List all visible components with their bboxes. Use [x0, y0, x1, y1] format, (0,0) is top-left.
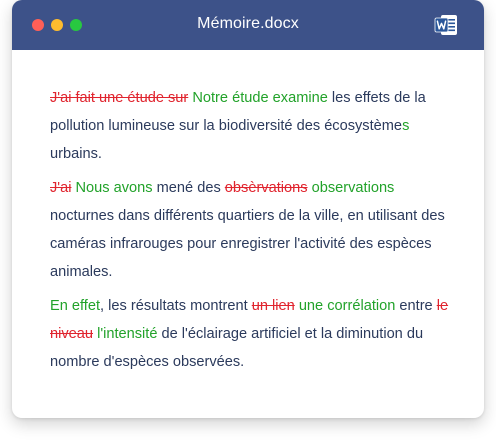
document-window: Mémoire.docx J'ai fait une étude sur Not…: [12, 0, 484, 418]
deleted-text: un lien: [251, 298, 295, 314]
document-body[interactable]: J'ai fait une étude sur Notre étude exam…: [50, 84, 460, 382]
body-text: nocturnes dans différents quartiers de l…: [50, 208, 445, 280]
inserted-text: s: [402, 118, 410, 134]
paragraph[interactable]: J'ai Nous avons mené des obsèrvations ob…: [50, 174, 460, 286]
body-text: mené des: [152, 180, 225, 196]
word-icon: [434, 15, 457, 35]
inserted-text: En effet: [50, 298, 101, 314]
paragraph[interactable]: En effet, les résultats montrent un lien…: [50, 292, 460, 376]
deleted-text: obsèrvations: [224, 180, 308, 196]
inserted-text: une corrélation: [298, 298, 396, 314]
inserted-text: Nous avons: [75, 180, 153, 196]
paragraph[interactable]: J'ai fait une étude sur Notre étude exam…: [50, 84, 460, 168]
inserted-text: observations: [311, 180, 395, 196]
title-bar[interactable]: Mémoire.docx: [12, 0, 484, 50]
inserted-text: Notre étude examine: [192, 90, 328, 106]
window-title: Mémoire.docx: [197, 15, 299, 32]
body-text: entre: [395, 298, 437, 314]
inserted-text: l'intensité: [97, 326, 158, 342]
body-text: urbains.: [50, 146, 102, 162]
deleted-text: J'ai fait une étude sur: [50, 90, 189, 106]
body-text: , les résultats montrent: [100, 298, 252, 314]
deleted-text: J'ai: [50, 180, 72, 196]
